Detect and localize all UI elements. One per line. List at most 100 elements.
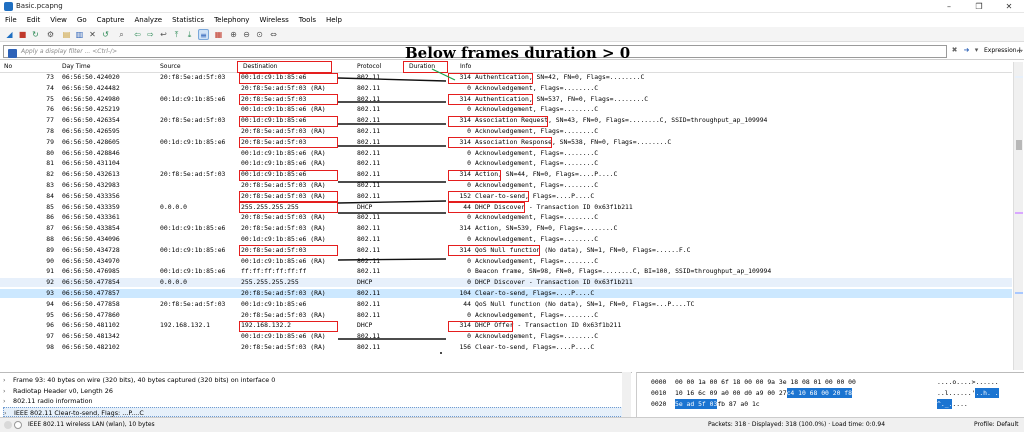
- packet-protocol: 802.11: [357, 159, 381, 168]
- expand-chevron-icon[interactable]: ›: [3, 375, 13, 385]
- zoom-in-icon[interactable]: ⊕: [228, 29, 239, 40]
- menu-item-analyze[interactable]: Analyze: [129, 14, 167, 27]
- comment-icon[interactable]: [14, 421, 22, 429]
- hex-line[interactable]: 0010 10 16 6c 09 a0 00 d0 a9 00 27 c4 10 …: [651, 388, 852, 398]
- stop-square-icon[interactable]: ■: [17, 29, 28, 40]
- resize-columns-icon[interactable]: ⇔: [268, 29, 279, 40]
- expand-chevron-icon[interactable]: ›: [3, 386, 13, 396]
- zoom-out-icon[interactable]: ⊖: [241, 29, 252, 40]
- capture-status-icon[interactable]: [4, 421, 12, 429]
- restart-icon[interactable]: ↻: [30, 29, 41, 40]
- detail-tree-item[interactable]: › 802.11 radio information: [3, 396, 623, 406]
- packet-protocol: 802.11: [357, 235, 381, 243]
- packet-destination: 255.255.255.255: [241, 278, 299, 287]
- packet-no: 83: [46, 181, 54, 189]
- detail-text: Frame 93: 40 bytes on wire (320 bits), 4…: [13, 376, 276, 384]
- maximize-icon[interactable]: ❐: [964, 0, 994, 13]
- go-to-packet-icon[interactable]: ↩: [158, 29, 169, 40]
- packet-protocol: 802.11: [357, 343, 381, 351]
- save-file-icon[interactable]: ▥: [74, 29, 85, 40]
- add-filter-button[interactable]: +: [1016, 46, 1024, 56]
- packet-protocol: 802.11: [357, 299, 381, 308]
- expand-chevron-icon[interactable]: ›: [3, 396, 13, 406]
- col-info[interactable]: Info: [460, 63, 471, 70]
- scrollbar-thumb[interactable]: [1016, 140, 1022, 150]
- packet-destination: 20:f8:5e:ad:5f:03 (RA): [241, 83, 326, 92]
- packet-duration: 0: [467, 310, 471, 319]
- details-scrollbar[interactable]: [622, 372, 631, 417]
- close-icon[interactable]: ✕: [994, 0, 1024, 13]
- annotation-box-duration-info: [448, 191, 529, 203]
- detail-tree-item[interactable]: › Frame 93: 40 bytes on wire (320 bits), …: [3, 375, 623, 385]
- packet-row[interactable]: 78 06:56:50.426595 20:f8:5e:ad:5f:03 (RA) 8…: [0, 127, 1012, 136]
- menu-item-go[interactable]: Go: [72, 14, 92, 27]
- menu-item-capture[interactable]: Capture: [92, 14, 130, 27]
- detail-tree-item[interactable]: › Radiotap Header v0, Length 26: [3, 386, 623, 396]
- profile-status[interactable]: Profile: Default: [974, 421, 1019, 428]
- packet-row[interactable]: 80 06:56:50.428846 00:1d:c9:1b:85:e6 (RA) 8…: [0, 149, 1012, 158]
- hex-line[interactable]: 0000 00 00 1a 00 6f 18 00 00 9a 3e 18 08 …: [651, 377, 856, 387]
- packet-duration: 0: [467, 148, 471, 157]
- packet-row[interactable]: 95 06:56:50.477860 20:f8:5e:ad:5f:03 (RA) 8…: [0, 311, 1012, 320]
- menu-item-statistics[interactable]: Statistics: [167, 14, 209, 27]
- hex-line[interactable]: 0020 5e ad 5f 03 fb 87 a0 1c: [651, 399, 760, 409]
- go-last-icon[interactable]: ⤓: [184, 29, 195, 40]
- packet-row[interactable]: 92 06:56:50.477854 0.0.0.0 255.255.255.255 D…: [0, 278, 1012, 288]
- packet-row[interactable]: 88 06:56:50.434096 00:1d:c9:1b:85:e6 (RA) 8…: [0, 235, 1012, 244]
- clear-filter-icon[interactable]: ✖: [950, 46, 959, 55]
- expand-chevron-icon[interactable]: ›: [4, 408, 14, 418]
- menu-item-wireless[interactable]: Wireless: [254, 14, 293, 27]
- packet-row[interactable]: 76 06:56:50.425219 00:1d:c9:1b:85:e6 (RA) 8…: [0, 105, 1012, 114]
- packet-row[interactable]: 74 06:56:50.424482 20:f8:5e:ad:5f:03 (RA) 8…: [0, 84, 1012, 93]
- menu-item-help[interactable]: Help: [321, 14, 347, 27]
- menu-item-view[interactable]: View: [45, 14, 72, 27]
- packet-time: 06:56:50.432613: [62, 170, 120, 179]
- go-forward-icon[interactable]: ⇨: [145, 29, 156, 40]
- packet-row[interactable]: 94 06:56:50.477858 20:f8:5e:ad:5f:03 00:1d:…: [0, 300, 1012, 309]
- packet-duration: 314: [459, 224, 471, 233]
- packet-row[interactable]: 93 06:56:50.477857 20:f8:5e:ad:5f:03 (RA) 8…: [0, 289, 1012, 298]
- settings-gear-icon[interactable]: ⚙: [45, 29, 56, 40]
- packet-list-scrollbar[interactable]: [1013, 62, 1023, 370]
- packet-protocol: 802.11: [357, 213, 381, 222]
- detail-tree-item[interactable]: › IEEE 802.11 Clear-to-send, Flags: ...P.…: [3, 406, 623, 418]
- col-protocol[interactable]: Protocol: [357, 63, 381, 70]
- packet-row[interactable]: 83 06:56:50.432983 20:f8:5e:ad:5f:03 (RA) 8…: [0, 181, 1012, 190]
- shark-fin-start-icon[interactable]: ◢: [4, 29, 15, 40]
- packet-row[interactable]: 90 06:56:50.434970 00:1d:c9:1b:85:e6 (RA) 8…: [0, 257, 1012, 266]
- bookmark-icon[interactable]: [8, 49, 17, 58]
- packet-no: 77: [46, 116, 54, 125]
- go-back-icon[interactable]: ⇦: [132, 29, 143, 40]
- find-icon[interactable]: ⌕: [116, 29, 127, 40]
- menu-item-file[interactable]: File: [0, 14, 22, 27]
- normal-size-icon[interactable]: ⊙: [254, 29, 265, 40]
- packet-row[interactable]: 97 06:56:50.481342 00:1d:c9:1b:85:e6 (RA) 8…: [0, 332, 1012, 341]
- packet-row[interactable]: 82 06:56:50.432613 20:f8:5e:ad:5f:03 00:1d:…: [0, 170, 1012, 179]
- packet-protocol: 802.11: [357, 224, 381, 233]
- packet-row[interactable]: 87 06:56:50.433854 00:1d:c9:1b:85:e6 20:f8:…: [0, 224, 1012, 233]
- col-time[interactable]: Day Time: [62, 63, 90, 70]
- packet-row[interactable]: 86 06:56:50.433361 20:f8:5e:ad:5f:03 (RA) 8…: [0, 213, 1012, 222]
- packet-row[interactable]: 91 06:56:50.476985 00:1d:c9:1b:85:e6 ff:ff:…: [0, 267, 1012, 276]
- menu-item-telephony[interactable]: Telephony: [209, 14, 254, 27]
- open-folder-icon[interactable]: ▤: [61, 29, 72, 40]
- minimize-icon[interactable]: –: [934, 0, 964, 13]
- close-file-icon[interactable]: ✕: [87, 29, 98, 40]
- packet-row[interactable]: 81 06:56:50.431104 00:1d:c9:1b:85:e6 (RA) 8…: [0, 159, 1012, 168]
- menu-item-edit[interactable]: Edit: [22, 14, 46, 27]
- packet-row[interactable]: 98 06:56:50.482102 20:f8:5e:ad:5f:03 (RA) 8…: [0, 343, 1012, 352]
- col-source[interactable]: Source: [160, 63, 181, 70]
- filter-dropdown-icon[interactable]: ▾: [972, 46, 981, 55]
- colorize-icon[interactable]: ▦: [213, 29, 224, 40]
- menu-item-tools[interactable]: Tools: [294, 14, 321, 27]
- go-first-icon[interactable]: ⤒: [171, 29, 182, 40]
- hex-offset: 0020: [651, 400, 667, 408]
- reload-icon[interactable]: ↺: [100, 29, 111, 40]
- autoscroll-icon[interactable]: ≡: [198, 29, 209, 40]
- packet-info: Acknowledgement, Flags=........C: [475, 159, 599, 168]
- apply-filter-icon[interactable]: ➜: [962, 46, 971, 55]
- col-no[interactable]: No: [4, 63, 12, 70]
- packet-source: 00:1d:c9:1b:85:e6: [160, 94, 226, 103]
- detail-text: 802.11 radio information: [13, 397, 93, 405]
- hex-ascii: ..l......'..h. .: [937, 388, 999, 398]
